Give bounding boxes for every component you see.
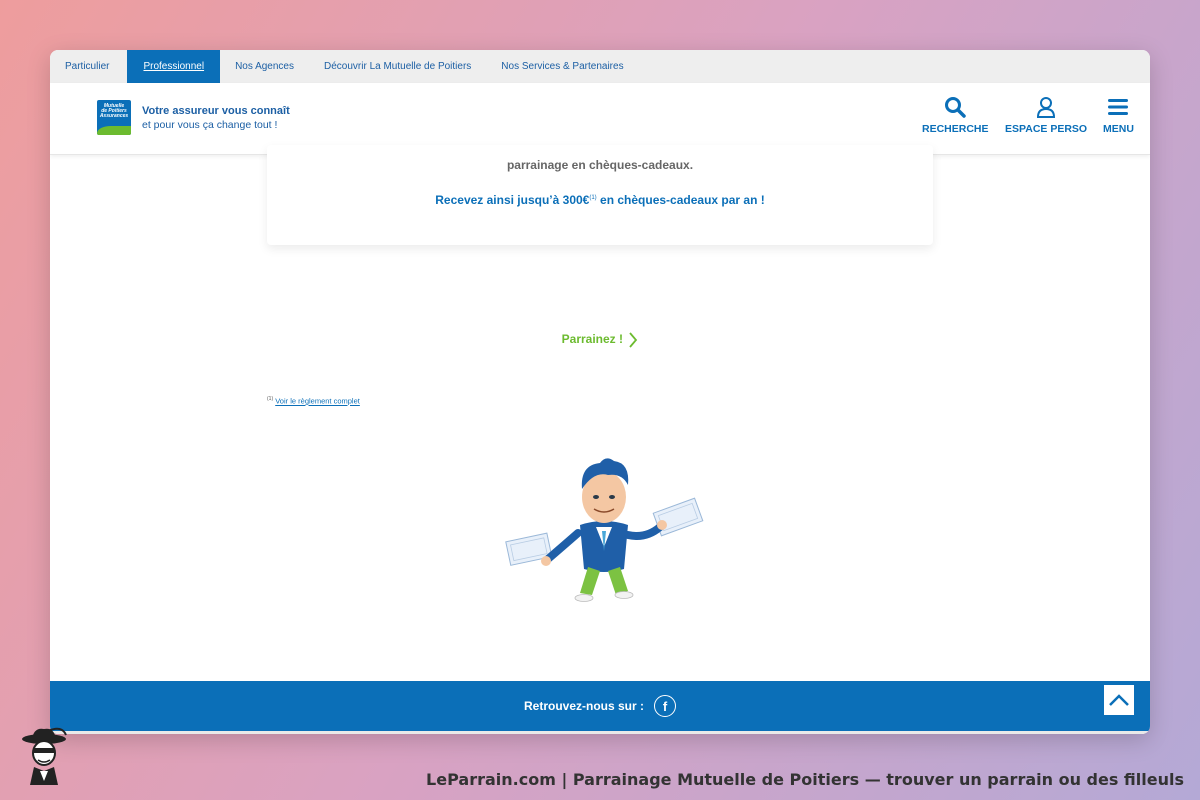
tagline-line-2: et pour vous ça change tout !	[142, 119, 278, 131]
parrainez-link[interactable]: Parrainez !	[50, 331, 1150, 349]
logo-green-swoosh	[97, 126, 131, 135]
tagline-line-1: Votre assureur vous connaît	[142, 105, 290, 117]
card-text-2-start: Recevez ainsi jusqu’à 300€	[435, 193, 590, 207]
browser-window: Particulier Professionnel Nos Agences Dé…	[50, 50, 1150, 734]
page-caption: LeParrain.com | Parrainage Mutuelle de P…	[426, 770, 1184, 789]
back-to-top-button[interactable]	[1103, 684, 1135, 716]
site-footer: Retrouvez-nous sur : f	[50, 681, 1150, 731]
referral-card: parrainage en chèques-cadeaux. Recevez a…	[267, 145, 933, 245]
logo-text: Mutuelle de Poitiers Assurances	[97, 100, 131, 119]
chevron-right-icon	[629, 332, 638, 348]
main-content: parrainage en chèques-cadeaux. Recevez a…	[50, 145, 1150, 681]
leparrain-logo-icon	[22, 727, 67, 785]
nav-professionnel[interactable]: Professionnel	[127, 50, 221, 83]
account-button[interactable]: ESPACE PERSO	[1005, 95, 1087, 135]
menu-label: MENU	[1103, 123, 1134, 135]
nav-decouvrir[interactable]: Découvrir La Mutuelle de Poitiers	[309, 50, 486, 83]
user-icon	[1037, 97, 1056, 118]
window-bottom-strip	[50, 731, 1150, 734]
search-label: RECHERCHE	[922, 123, 989, 135]
logo-line-3: Assurances	[99, 113, 129, 119]
footnote-marker: (1)	[267, 396, 274, 402]
search-button[interactable]: RECHERCHE	[922, 95, 989, 135]
nav-particulier[interactable]: Particulier	[50, 50, 124, 83]
logo[interactable]: Mutuelle de Poitiers Assurances	[97, 100, 131, 135]
facebook-icon[interactable]: f	[654, 695, 676, 717]
chevron-up-icon	[1109, 694, 1129, 706]
mascot-illustration	[505, 458, 704, 602]
top-navigation: Particulier Professionnel Nos Agences Dé…	[50, 50, 1150, 83]
footnote: (1) Voir le règlement complet	[267, 396, 360, 406]
reglement-link[interactable]: Voir le règlement complet	[275, 397, 360, 406]
hamburger-icon	[1108, 99, 1129, 115]
footer-label: Retrouvez-nous sur :	[523, 699, 644, 713]
card-text-2-end: en chèques-cadeaux par an !	[596, 193, 765, 207]
card-text-1: parrainage en chèques-cadeaux.	[506, 158, 694, 172]
account-label: ESPACE PERSO	[1005, 123, 1088, 135]
card-footnote-ref: (1)	[589, 195, 597, 201]
search-icon	[945, 97, 966, 118]
card-text-2: Recevez ainsi jusqu’à 300€(1) en chèques…	[267, 193, 933, 207]
nav-nos-agences[interactable]: Nos Agences	[220, 50, 309, 83]
nav-services-partenaires[interactable]: Nos Services & Partenaires	[486, 50, 638, 83]
tagline: Votre assureur vous connaît et pour vous…	[142, 105, 290, 131]
menu-button[interactable]: MENU	[1103, 95, 1134, 135]
parrainez-label: Parrainez !	[561, 332, 623, 347]
